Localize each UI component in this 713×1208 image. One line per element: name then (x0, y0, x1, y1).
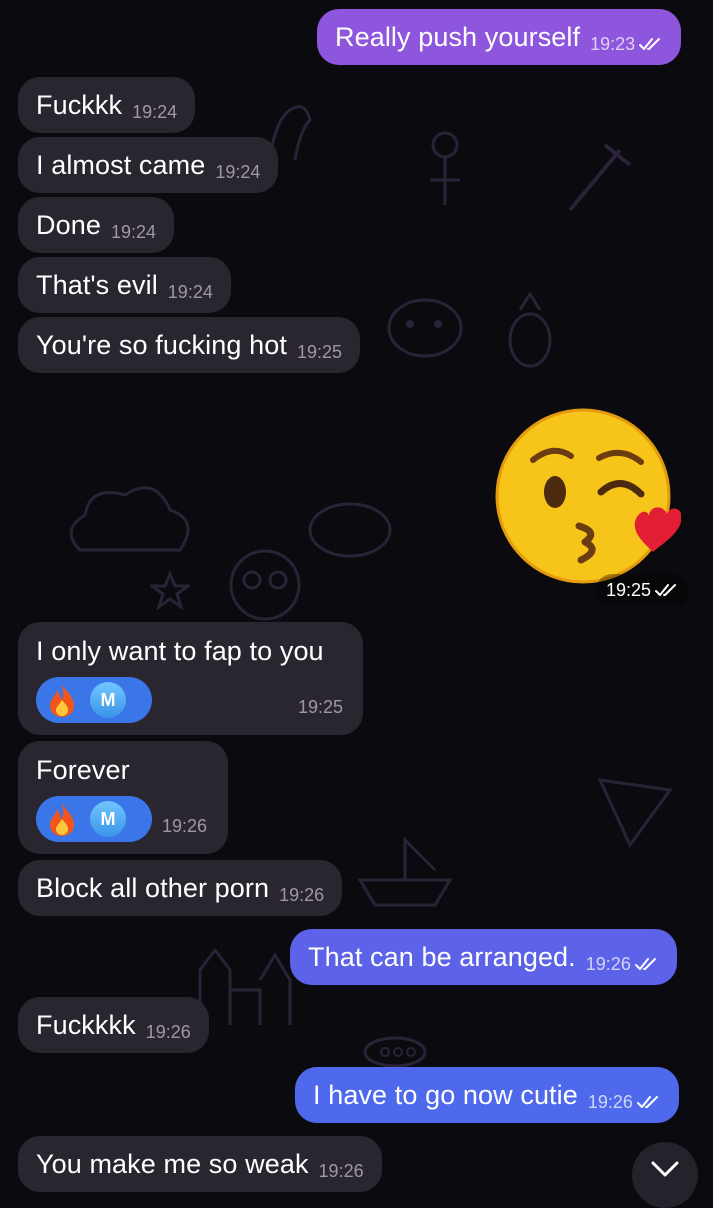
message-bubble-incoming[interactable]: Fuckkkk 19:26 (18, 997, 209, 1053)
message-bubble-incoming[interactable]: Block all other porn 19:26 (18, 860, 343, 916)
double-check-icon (634, 958, 656, 970)
message-time: 19:24 (132, 101, 178, 122)
message-time: 19:24 (110, 221, 156, 242)
message-bubble-outgoing[interactable]: I have to go now cutie 19:26 (295, 1067, 679, 1123)
message-bubble-incoming[interactable]: I only want to fap to you M 19:25 (18, 622, 363, 735)
message-bubble-incoming[interactable]: You're so fucking hot 19:25 (18, 317, 360, 373)
message-text: I only want to fap to you (36, 636, 324, 666)
message-text: Done (36, 209, 101, 240)
message-time: 19:26 (162, 815, 208, 836)
message-time: 19:26 (585, 953, 631, 974)
double-check-icon (636, 1096, 658, 1108)
message-text: That's evil (36, 269, 158, 300)
double-check-icon (655, 584, 677, 596)
message-text: Block all other porn (36, 872, 270, 903)
message-time: 19:26 (318, 1160, 364, 1181)
message-text: You're so fucking hot (36, 329, 287, 360)
sticker-time-badge: 19:25 (596, 574, 690, 606)
reaction-pill[interactable]: M (36, 796, 152, 842)
message-bubble-incoming[interactable]: That's evil 19:24 (18, 257, 231, 313)
message-time: 19:25 (606, 579, 652, 600)
fire-emoji-icon (50, 684, 74, 717)
message-bubble-incoming[interactable]: You make me so weak 19:26 (18, 1136, 382, 1192)
chat-history[interactable]: Really push yourself 19:23 Fuckkk 19:24 … (0, 0, 713, 1208)
message-text: I almost came (36, 149, 206, 180)
avatar: M (90, 801, 126, 837)
reaction-pill[interactable]: M (36, 677, 152, 723)
message-bubble-outgoing[interactable]: Really push yourself 19:23 (317, 9, 682, 65)
message-time: 19:26 (145, 1021, 191, 1042)
message-time: 19:23 (590, 33, 636, 54)
message-text: Fuckkk (36, 89, 123, 120)
avatar: M (90, 682, 126, 718)
message-time: 19:24 (167, 281, 213, 302)
message-text: You make me so weak (36, 1148, 309, 1179)
message-bubble-incoming[interactable]: I almost came 19:24 (18, 137, 279, 193)
message-bubble-outgoing[interactable]: That can be arranged. 19:26 (290, 929, 677, 985)
message-time: 19:25 (296, 341, 342, 362)
message-bubble-incoming[interactable]: Fuckkk 19:24 (18, 77, 196, 133)
message-bubble-incoming[interactable]: Forever M 19:26 (18, 741, 228, 854)
message-text: That can be arranged. (308, 941, 576, 972)
message-text: Forever (36, 755, 130, 785)
kissing-face-sticker[interactable] (495, 408, 681, 588)
message-time: 19:24 (215, 161, 261, 182)
double-check-icon (639, 38, 661, 50)
message-time: 19:25 (297, 696, 343, 717)
message-text: Really push yourself (335, 21, 581, 52)
message-text: I have to go now cutie (313, 1079, 578, 1110)
message-time: 19:26 (279, 884, 325, 905)
fire-emoji-icon (50, 803, 74, 836)
message-time: 19:26 (587, 1091, 633, 1112)
scroll-to-bottom-button[interactable] (632, 1142, 698, 1208)
message-text: Fuckkkk (36, 1009, 136, 1040)
message-bubble-incoming[interactable]: Done 19:24 (18, 197, 174, 253)
chevron-down-icon (651, 1161, 679, 1177)
